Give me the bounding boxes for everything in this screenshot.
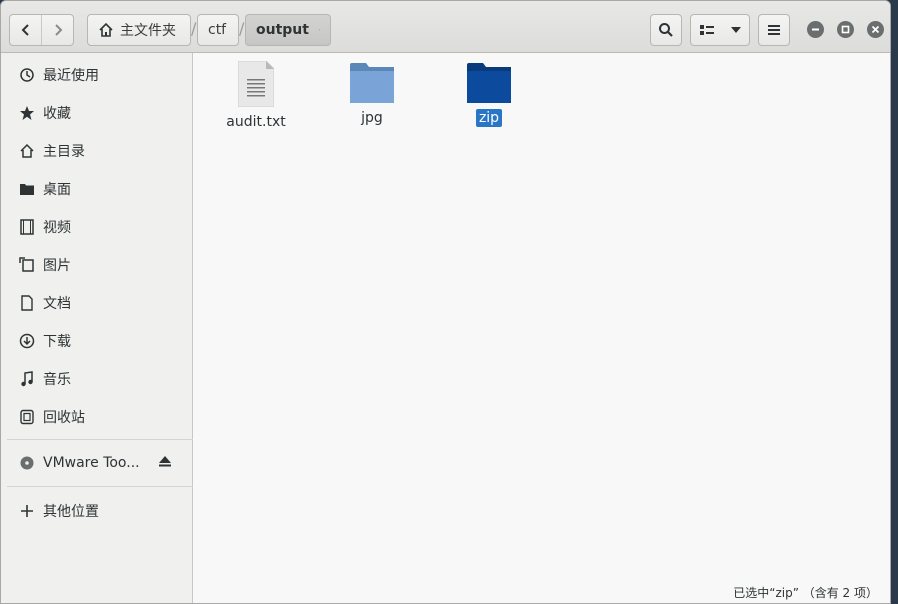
forward-button[interactable] [41,15,73,45]
sidebar-item-home[interactable]: 主目录 [1,134,192,168]
image-icon [19,257,35,273]
header-bar: 主文件夹 / ctf / output [1,1,890,53]
minimize-icon [812,28,819,31]
file-label: jpg [361,110,383,126]
star-icon [19,105,35,121]
breadcrumb-output[interactable]: output [245,14,331,46]
breadcrumb-label: ctf [208,22,227,38]
sidebar-item-recent[interactable]: 最近使用 [1,58,192,92]
sidebar-item-other-locations[interactable]: 其他位置 [1,494,192,528]
menu-button[interactable] [758,14,790,46]
hamburger-menu-icon [768,25,780,35]
clock-icon [19,67,35,83]
file-label: audit.txt [226,114,286,130]
file-manager-window: 主文件夹 / ctf / output 最近使用 收藏 主目录 桌面 视频 图片… [0,0,891,604]
sidebar-item-vmware-tools[interactable]: VMware Too... [1,446,192,480]
chevron-left-icon [21,24,29,36]
sidebar: 最近使用 收藏 主目录 桌面 视频 图片 文档 下载 音乐 回收站 VMware… [1,53,193,603]
trash-icon [19,409,35,425]
sidebar-item-label: 音乐 [43,372,71,388]
sidebar-item-label: 图片 [43,258,71,274]
sidebar-item-label: 下载 [43,334,71,350]
chevron-down-icon [730,27,741,33]
breadcrumb-ctf[interactable]: ctf [197,14,239,46]
eject-icon[interactable] [158,455,172,471]
close-icon [871,25,880,34]
plus-icon [19,503,35,519]
sidebar-item-starred[interactable]: 收藏 [1,96,192,130]
folder-icon [350,63,394,103]
sidebar-item-downloads[interactable]: 下载 [1,324,192,358]
sidebar-item-trash[interactable]: 回收站 [1,400,192,434]
minimize-button[interactable] [807,21,824,38]
search-icon [659,23,673,37]
maximize-button[interactable] [837,21,854,38]
breadcrumb-label: 主文件夹 [120,23,176,39]
sidebar-item-pictures[interactable]: 图片 [1,248,192,282]
breadcrumb-separator: / [191,19,197,38]
chevron-right-icon [54,24,62,36]
chevron-down-icon [318,29,320,31]
sidebar-item-videos[interactable]: 视频 [1,210,192,244]
home-icon [19,143,35,159]
back-button[interactable] [10,15,41,45]
sidebar-item-label: 主目录 [43,144,85,160]
disc-icon [19,455,35,471]
sidebar-item-label: VMware Too... [43,455,140,471]
sidebar-item-music[interactable]: 音乐 [1,362,192,396]
view-options-button[interactable] [690,14,750,46]
file-view: audit.txt jpg zip 已选中“zip” （含有 2 项） [193,53,890,603]
file-item-jpg[interactable]: jpg [317,63,427,127]
breadcrumb-home[interactable]: 主文件夹 [87,14,191,46]
document-icon [19,295,35,311]
download-icon [19,333,35,349]
sidebar-item-label: 回收站 [43,410,85,426]
text-file-icon [238,61,274,107]
file-label-selected: zip [475,109,503,127]
sidebar-divider [7,439,193,440]
list-view-icon [699,25,714,35]
nav-button-group [9,14,74,46]
sidebar-item-desktop[interactable]: 桌面 [1,172,192,206]
search-button[interactable] [650,14,682,46]
film-icon [19,219,35,235]
status-bar: 已选中“zip” （含有 2 项） [733,586,878,600]
sidebar-item-label: 其他位置 [43,504,99,520]
file-item-audit-txt[interactable]: audit.txt [201,61,311,131]
breadcrumb-label: output [256,22,309,38]
sidebar-item-label: 收藏 [43,106,71,122]
maximize-icon [841,25,850,34]
sidebar-item-label: 文档 [43,296,71,312]
sidebar-item-label: 桌面 [43,182,71,198]
sidebar-item-label: 最近使用 [43,68,99,84]
home-icon [99,22,113,37]
breadcrumb-separator: / [239,19,245,38]
sidebar-divider [7,486,193,487]
sidebar-item-documents[interactable]: 文档 [1,286,192,320]
sidebar-item-label: 视频 [43,220,71,236]
music-icon [19,371,35,387]
folder-icon [467,63,511,103]
folder-icon [19,181,35,197]
file-item-zip[interactable]: zip [434,63,544,127]
close-button[interactable] [867,21,884,38]
